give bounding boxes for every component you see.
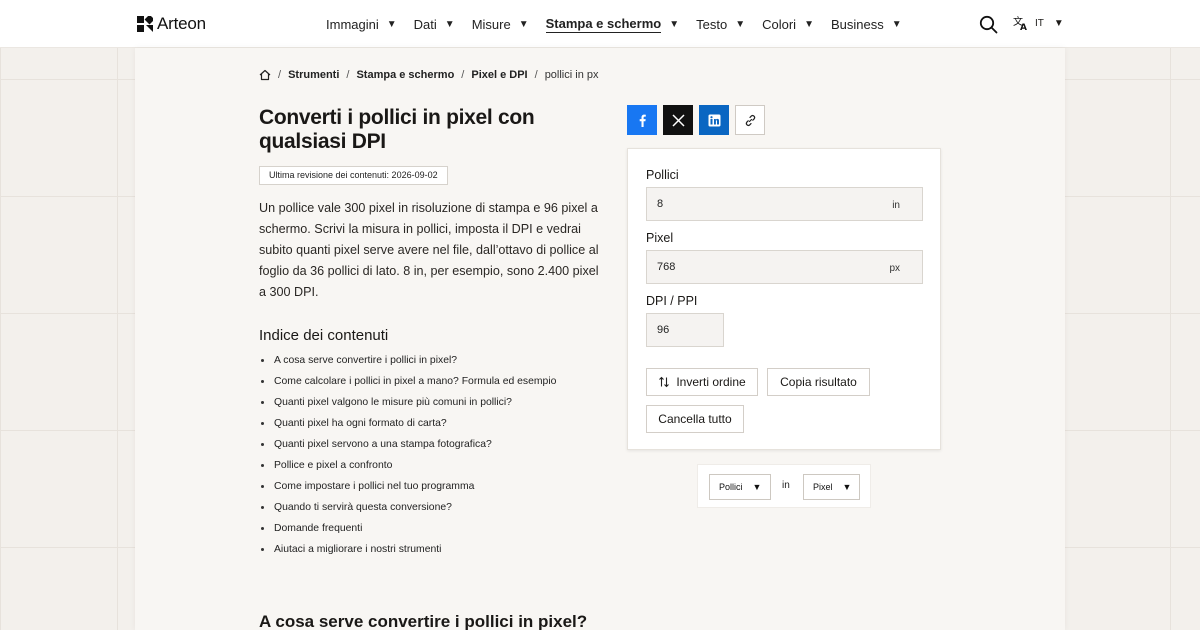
share-linkedin-button[interactable]: [699, 105, 729, 135]
toc-item[interactable]: Quando ti servirà questa conversione?: [260, 501, 556, 522]
nav-label: Immagini: [326, 17, 379, 32]
table-of-contents: A cosa serve convertire i pollici in pix…: [260, 354, 556, 564]
chevron-down-icon: ▼: [386, 19, 397, 30]
breadcrumb-item-pixel-e-dpi[interactable]: Pixel e DPI: [471, 69, 527, 81]
copy-result-button[interactable]: Copia risultato: [767, 368, 870, 396]
translate-icon: 文 A: [1013, 15, 1027, 31]
nav-item-colori[interactable]: Colori ▼: [762, 16, 814, 33]
language-switcher[interactable]: 文 A IT ▼: [1013, 15, 1064, 31]
inches-input[interactable]: 8 in: [646, 187, 923, 221]
copy-link-button[interactable]: [735, 105, 765, 135]
chevron-down-icon: ▼: [444, 19, 455, 30]
toc-item[interactable]: Come impostare i pollici nel tuo program…: [260, 480, 556, 501]
chevron-down-icon: ▼: [752, 482, 762, 492]
dpi-label: DPI / PPI: [646, 294, 698, 308]
search-icon: [979, 15, 998, 34]
pixels-unit: px: [889, 263, 900, 274]
clear-all-button[interactable]: Cancella tutto: [646, 405, 744, 433]
to-unit-select[interactable]: Pixel ▼: [803, 474, 860, 500]
section-title: A cosa serve convertire i pollici in pix…: [259, 612, 588, 630]
chevron-down-icon: ▼: [735, 19, 746, 30]
copy-result-label: Copia risultato: [780, 375, 857, 389]
top-navigation-bar: Arteon Immagini ▼ Dati ▼ Misure ▼ Stampa…: [0, 0, 1200, 48]
linkedin-icon: [708, 114, 720, 126]
toc-item[interactable]: Come calcolare i pollici in pixel a mano…: [260, 375, 556, 396]
home-icon[interactable]: [259, 69, 271, 81]
search-button[interactable]: [979, 15, 998, 34]
share-x-button[interactable]: [663, 105, 693, 135]
toc-item[interactable]: Quanti pixel ha ogni formato di carta?: [260, 417, 556, 438]
logo[interactable]: Arteon: [137, 14, 206, 34]
from-unit-value: Pollici: [719, 482, 743, 492]
swap-arrows-icon: [659, 376, 670, 388]
pixels-label: Pixel: [646, 231, 674, 245]
dpi-input[interactable]: 96: [646, 313, 724, 347]
to-unit-value: Pixel: [813, 482, 833, 492]
converter-card: Pollici 8 in Pixel 768 px DPI / PPI 96 I…: [627, 148, 941, 450]
breadcrumb-separator: /: [461, 69, 465, 81]
intro-paragraph: Un pollice vale 300 pixel in risoluzione…: [259, 201, 599, 299]
toc-item[interactable]: Domande frequenti: [260, 522, 556, 543]
inches-unit: in: [892, 200, 900, 211]
share-facebook-button[interactable]: [627, 105, 657, 135]
chevron-down-icon: ▼: [842, 482, 852, 492]
swap-order-label: Inverti ordine: [676, 375, 746, 389]
share-buttons: [627, 105, 765, 135]
chevron-down-icon: ▼: [891, 19, 902, 30]
nav-item-business[interactable]: Business ▼: [831, 16, 902, 33]
chevron-down-icon: ▼: [1053, 17, 1064, 29]
nav-item-immagini[interactable]: Immagini ▼: [326, 16, 397, 33]
link-icon: [745, 114, 755, 126]
page-title: Converti i pollici in pixel con qualsias…: [259, 106, 535, 153]
breadcrumb-item-stampa-e-schermo[interactable]: Stampa e schermo: [356, 69, 454, 81]
dpi-value: 96: [657, 324, 670, 336]
chevron-down-icon: ▼: [518, 19, 529, 30]
breadcrumb-separator: /: [534, 69, 538, 81]
toc-item[interactable]: Quanti pixel valgono le misure più comun…: [260, 396, 556, 417]
toc-item[interactable]: Quanti pixel servono a una stampa fotogr…: [260, 438, 556, 459]
breadcrumb-separator: /: [346, 69, 350, 81]
breadcrumb-separator: /: [278, 69, 282, 81]
chevron-down-icon: ▼: [804, 19, 814, 30]
revision-badge: Ultima revisione dei contenuti: 2026-09-…: [259, 166, 448, 185]
nav-item-misure[interactable]: Misure ▼: [472, 16, 529, 33]
breadcrumb: / Strumenti / Stampa e schermo / Pixel e…: [259, 69, 599, 81]
breadcrumb-current: pollici in px: [544, 69, 599, 81]
clear-all-label: Cancella tutto: [658, 412, 732, 426]
toc-item[interactable]: Aiutaci a migliorare i nostri strumenti: [260, 543, 556, 564]
x-icon: [671, 113, 685, 127]
facebook-icon: [639, 114, 646, 127]
language-label: IT: [1035, 17, 1044, 29]
nav-item-testo[interactable]: Testo ▼: [696, 16, 745, 33]
nav-item-dati[interactable]: Dati ▼: [414, 16, 455, 33]
unit-separator: in: [782, 480, 790, 491]
inches-label: Pollici: [646, 168, 679, 182]
toc-title: Indice dei contenuti: [259, 327, 389, 344]
nav-label: Colori: [762, 17, 797, 32]
main-nav: Immagini ▼ Dati ▼ Misure ▼ Stampa e sche…: [326, 16, 919, 33]
nav-label: Dati: [413, 17, 437, 32]
nav-label: Misure: [471, 17, 511, 32]
logo-text: Arteon: [157, 14, 206, 33]
nav-label: Business: [830, 17, 884, 32]
svg-text:A: A: [1020, 23, 1027, 31]
inches-value: 8: [657, 198, 664, 210]
pixels-input[interactable]: 768 px: [646, 250, 923, 284]
from-unit-select[interactable]: Pollici ▼: [709, 474, 771, 500]
toc-item[interactable]: A cosa serve convertire i pollici in pix…: [260, 354, 556, 375]
toc-item[interactable]: Pollice e pixel a confronto: [260, 459, 556, 480]
pixels-value: 768: [657, 261, 676, 273]
breadcrumb-item-strumenti[interactable]: Strumenti: [288, 69, 339, 81]
nav-item-stampa-e-schermo[interactable]: Stampa e schermo ▼: [545, 16, 680, 33]
arteon-logo-icon: [137, 16, 153, 32]
nav-label: Stampa e schermo: [545, 16, 662, 33]
unit-selector-bar: Pollici ▼ in Pixel ▼: [697, 464, 871, 508]
nav-label: Testo: [696, 17, 728, 32]
chevron-down-icon: ▼: [669, 19, 680, 30]
swap-order-button[interactable]: Inverti ordine: [646, 368, 758, 396]
